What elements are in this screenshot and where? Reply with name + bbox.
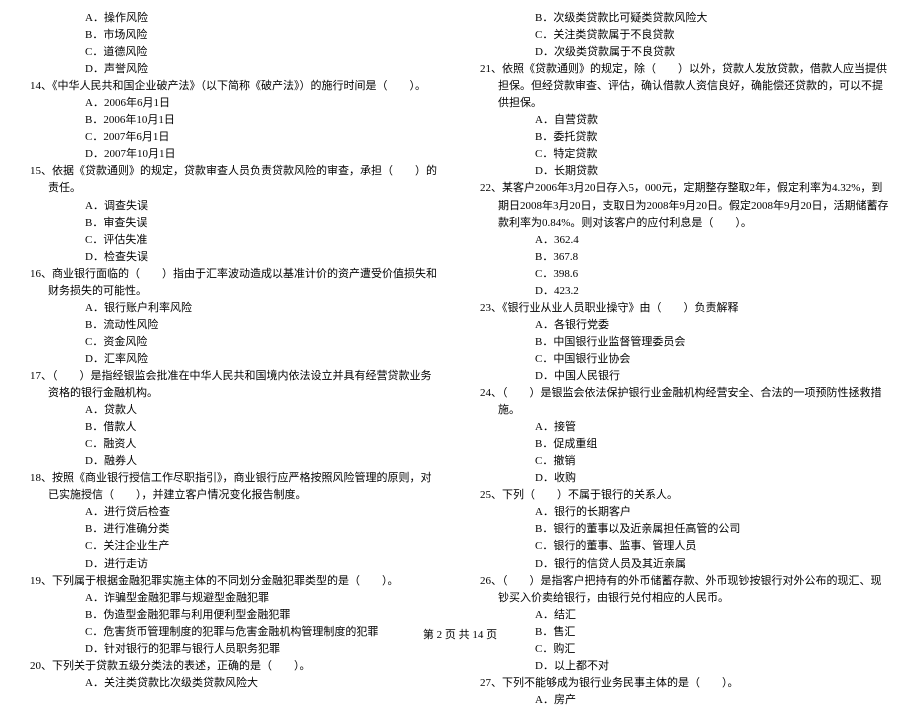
option: A．银行的长期客户 (480, 504, 890, 521)
option: B．中国银行业监督管理委员会 (480, 334, 890, 351)
option: C．撤销 (480, 453, 890, 470)
option: B．促成重组 (480, 436, 890, 453)
option: A．调查失误 (30, 198, 440, 215)
option: D．融券人 (30, 453, 440, 470)
option: C．关注类贷款属于不良贷款 (480, 27, 890, 44)
page-footer: 第 2 页 共 14 页 (0, 626, 920, 642)
option: B．委托贷款 (480, 129, 890, 146)
option: A．自营贷款 (480, 112, 890, 129)
option: B．借款人 (30, 419, 440, 436)
option: A．银行账户利率风险 (30, 300, 440, 317)
option: D．中国人民银行 (480, 368, 890, 385)
option: B．进行准确分类 (30, 521, 440, 538)
option: C．2007年6月1日 (30, 129, 440, 146)
option: B．审查失误 (30, 215, 440, 232)
option: A．关注类贷款比次级类贷款风险大 (30, 675, 440, 692)
option: C．道德风险 (30, 44, 440, 61)
option: D．针对银行的犯罪与银行人员职务犯罪 (30, 641, 440, 658)
option: D．423.2 (480, 283, 890, 300)
question-22: 22、某客户2006年3月20日存入5，000元，定期整存整取2年，假定利率为4… (480, 180, 890, 231)
question-18: 18、按照《商业银行授信工作尽职指引》，商业银行应严格按照风险管理的原则，对已实… (30, 470, 440, 504)
question-16: 16、商业银行面临的（ ）指由于汇率波动造成以基准计价的资产遭受价值损失和财务损… (30, 266, 440, 300)
option: D．检查失误 (30, 249, 440, 266)
option: C．特定贷款 (480, 146, 890, 163)
option: B．367.8 (480, 249, 890, 266)
option: D．银行的信贷人员及其近亲属 (480, 556, 890, 573)
question-20: 20、下列关于贷款五级分类法的表述，正确的是（ ）。 (30, 658, 440, 675)
option: B．2006年10月1日 (30, 112, 440, 129)
option: A．2006年6月1日 (30, 95, 440, 112)
question-25: 25、下列（ ）不属于银行的关系人。 (480, 487, 890, 504)
option: A．诈骗型金融犯罪与规避型金融犯罪 (30, 590, 440, 607)
option: A．贷款人 (30, 402, 440, 419)
option: D．以上都不对 (480, 658, 890, 675)
question-27: 27、下列不能够成为银行业务民事主体的是（ ）。 (480, 675, 890, 692)
option: A．操作风险 (30, 10, 440, 27)
option: B．次级类贷款比可疑类贷款风险大 (480, 10, 890, 27)
question-19: 19、下列属于根据金融犯罪实施主体的不同划分金融犯罪类型的是（ ）。 (30, 573, 440, 590)
option: D．2007年10月1日 (30, 146, 440, 163)
option: D．次级类贷款属于不良贷款 (480, 44, 890, 61)
option: B．银行的董事以及近亲属担任高管的公司 (480, 521, 890, 538)
option: C．中国银行业协会 (480, 351, 890, 368)
option: A．各银行党委 (480, 317, 890, 334)
option: C．融资人 (30, 436, 440, 453)
option: D．声誉风险 (30, 61, 440, 78)
option: C．银行的董事、监事、管理人员 (480, 538, 890, 555)
option: C．398.6 (480, 266, 890, 283)
option: B．流动性风险 (30, 317, 440, 334)
question-21: 21、依照《贷款通则》的规定，除（ ）以外，贷款人发放贷款，借款人应当提供担保。… (480, 61, 890, 112)
question-14: 14、《中华人民共和国企业破产法》（以下简称《破产法》）的施行时间是（ ）。 (30, 78, 440, 95)
option: B．市场风险 (30, 27, 440, 44)
question-23: 23、《银行业从业人员职业操守》由（ ）负责解释 (480, 300, 890, 317)
question-24: 24、（ ）是银监会依法保护银行业金融机构经营安全、合法的一项预防性拯救措施。 (480, 385, 890, 419)
option: A．房产 (480, 692, 890, 709)
option: C．资金风险 (30, 334, 440, 351)
question-17: 17、（ ）是指经银监会批准在中华人民共和国境内依法设立并具有经营贷款业务资格的… (30, 368, 440, 402)
option: D．收购 (480, 470, 890, 487)
option: A．362.4 (480, 232, 890, 249)
left-column: A．操作风险 B．市场风险 C．道德风险 D．声誉风险 14、《中华人民共和国企… (30, 10, 440, 610)
option: C．购汇 (480, 641, 890, 658)
option: A．接管 (480, 419, 890, 436)
option: C．评估失准 (30, 232, 440, 249)
question-26: 26、（ ）是指客户把持有的外币储蓄存款、外币现钞按银行对外公布的现汇、现钞买入… (480, 573, 890, 607)
question-15: 15、依据《贷款通则》的规定，贷款审查人员负责贷款风险的审查，承担（ ）的责任。 (30, 163, 440, 197)
option: B．伪造型金融犯罪与利用便利型金融犯罪 (30, 607, 440, 624)
option: A．进行贷后检查 (30, 504, 440, 521)
option: D．汇率风险 (30, 351, 440, 368)
option: D．进行走访 (30, 556, 440, 573)
option: D．长期贷款 (480, 163, 890, 180)
right-column: B．次级类贷款比可疑类贷款风险大 C．关注类贷款属于不良贷款 D．次级类贷款属于… (480, 10, 890, 610)
option: C．关注企业生产 (30, 538, 440, 555)
option: A．结汇 (480, 607, 890, 624)
